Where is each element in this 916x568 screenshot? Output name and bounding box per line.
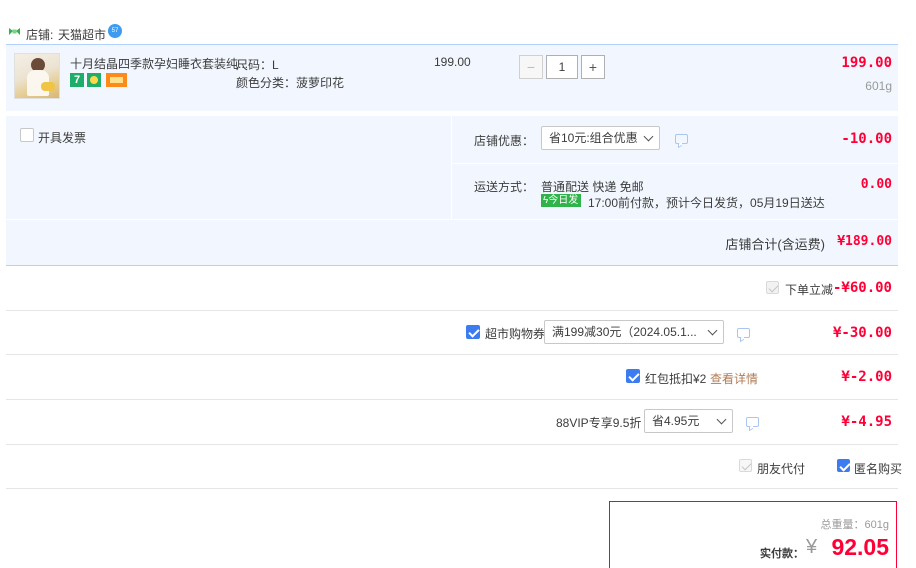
quantity-plus-button[interactable]: + (581, 55, 605, 79)
instant-discount-label: 下单立减 (785, 283, 834, 297)
wangwang-badge: 57 (111, 28, 119, 34)
redpacket-checkbox[interactable] (626, 369, 640, 383)
redpacket-label: 红包抵扣¥2 (645, 372, 707, 386)
friend-pay-checkbox[interactable] (739, 459, 752, 472)
chevron-down-icon (643, 131, 654, 142)
instant-discount-checkbox (766, 281, 779, 294)
total-payment: 92.05 (831, 534, 889, 560)
shipping-label: 运送方式： (474, 180, 535, 194)
payment-summary-box: 总重量：601g 实付款： ¥ 92.05 (609, 501, 897, 568)
shop-label: 店铺: (26, 28, 54, 42)
item-row: 十月结晶四季款孕妇睡衣套装纯... 7 尺码：L 颜色分类：菠萝印花 199.0… (6, 45, 898, 111)
shop-header: 店铺: 天猫超市 57 (6, 22, 206, 42)
shipping-method: 普通配送 快递 免邮 (541, 180, 644, 194)
redpacket-details-link[interactable]: 查看详情 (710, 370, 758, 387)
shipping-amount: 0.00 (860, 177, 892, 192)
shop-total-bar: 店铺合计(含运费) ¥189.00 (6, 220, 898, 266)
vip-select[interactable]: 省4.95元 (644, 409, 733, 433)
coupon-select[interactable]: 满199减30元（2024.05.1... (544, 320, 724, 344)
item-weight: 601g (865, 79, 892, 93)
currency-symbol: ¥ (806, 536, 818, 558)
redpacket-amount: ¥-2.00 (841, 369, 892, 385)
invoice-label: 开具发票 (38, 131, 87, 145)
minus-icon: − (526, 59, 536, 75)
sku-size: 尺码：L (236, 58, 279, 72)
divider (6, 399, 898, 400)
pay-label: 实付款： (760, 548, 804, 560)
friend-pay-label: 朋友代付 (757, 462, 806, 476)
panel-divider-vertical (451, 116, 452, 219)
divider (6, 488, 898, 489)
invoice-checkbox[interactable] (20, 128, 34, 142)
service-badge-gift-icon (87, 73, 101, 87)
coupon-checkbox[interactable] (466, 325, 480, 339)
item-subtotal: 199.00 (841, 55, 892, 71)
unit-price: 199.00 (434, 55, 471, 69)
quantity-input[interactable]: 1 (546, 55, 578, 79)
shop-discount-label: 店铺优惠： (474, 134, 535, 148)
anonymous-checkbox[interactable] (837, 459, 850, 472)
service-badge-card-icon (106, 73, 127, 87)
product-thumbnail[interactable] (14, 53, 60, 99)
order-options-panel: 开具发票 店铺优惠： 省10元:组合优惠 -10.00 运送方式： 普通配送 快… (6, 116, 898, 219)
coupon-amount: ¥-30.00 (832, 325, 892, 341)
divider (6, 310, 898, 311)
shop-total-amount: ¥189.00 (837, 234, 892, 249)
chevron-down-icon (707, 325, 718, 336)
service-badge-7day: 7 (70, 73, 84, 87)
tmall-supermarket-icon (9, 28, 20, 35)
shop-discount-select[interactable]: 省10元:组合优惠 (541, 126, 660, 150)
quantity-minus-button[interactable]: − (519, 55, 543, 79)
anonymous-label: 匿名购买 (854, 462, 903, 476)
today-ship-badge: ϟ今日发 (541, 194, 582, 207)
shop-name-link[interactable]: 天猫超市 (58, 26, 106, 43)
plus-icon: + (588, 59, 598, 75)
message-icon[interactable] (746, 417, 759, 427)
shop-total-label: 店铺合计(含运费) (725, 237, 825, 252)
instant-discount-amount: -¥60.00 (832, 280, 892, 296)
sku-color: 颜色分类：菠萝印花 (236, 76, 345, 90)
coupon-label: 超市购物券 (485, 327, 546, 341)
wangwang-chat-icon[interactable]: 57 (108, 24, 122, 38)
panel-divider-horizontal (452, 163, 898, 164)
shop-discount-amount: -10.00 (841, 131, 892, 147)
divider (6, 444, 898, 445)
message-icon[interactable] (737, 328, 750, 338)
chevron-down-icon (716, 414, 727, 425)
product-title-link[interactable]: 十月结晶四季款孕妇睡衣套装纯... (70, 55, 248, 72)
message-icon[interactable] (675, 134, 688, 144)
divider (6, 354, 898, 355)
total-weight: 总重量：601g (820, 519, 889, 531)
shipping-detail: 17:00前付款，预计今日发货，05月19日送达 (588, 196, 825, 210)
vip-amount: ¥-4.95 (841, 414, 892, 430)
vip-label: 88VIP专享9.5折 (556, 416, 642, 430)
